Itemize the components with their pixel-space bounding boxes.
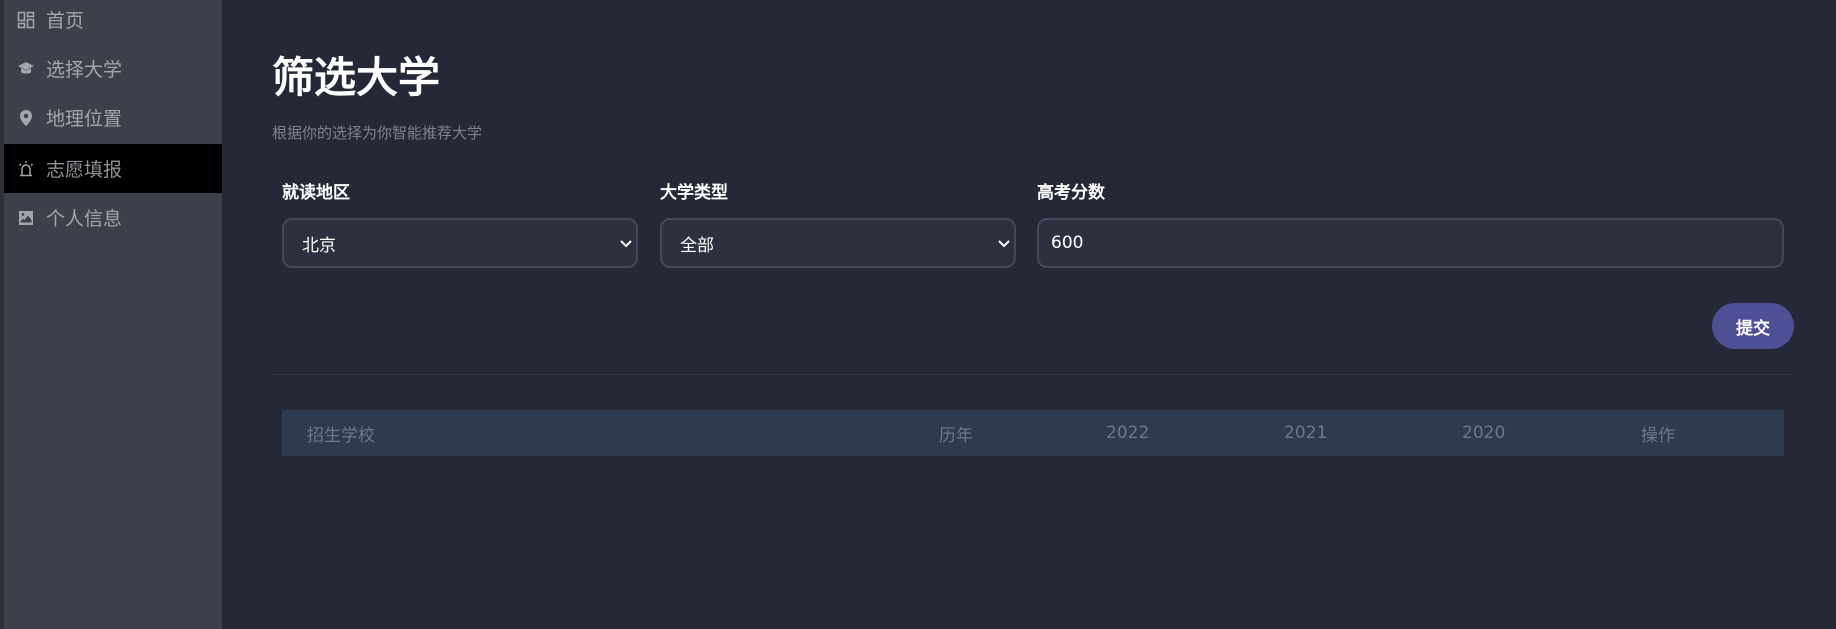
- sidebar-item-application[interactable]: 志愿填报: [4, 144, 222, 193]
- university-type-label: 大学类型: [660, 183, 728, 203]
- page-subtitle: 根据你的选择为你智能推荐大学: [272, 124, 483, 142]
- sidebar-item-label: 个人信息: [46, 208, 123, 230]
- column-header-actions: 操作: [1641, 425, 1675, 446]
- app-window: 首页 选择大学 地理位置 志愿填报 个人信息 筛选大学 根据你的选择为你智能推荐…: [0, 0, 1836, 629]
- sidebar: 首页 选择大学 地理位置 志愿填报 个人信息: [0, 0, 222, 629]
- alarm-light-icon: [16, 159, 36, 179]
- score-input-value: 600: [1051, 233, 1084, 253]
- graduation-cap-icon: [16, 59, 36, 79]
- table-header: 招生学校 历年 2022 2021 2020 操作: [282, 410, 1784, 456]
- dashboard-icon: [16, 10, 36, 30]
- column-header-2022: 2022: [1106, 423, 1150, 443]
- submit-button[interactable]: 提交: [1712, 303, 1794, 349]
- sidebar-item-label: 地理位置: [46, 108, 123, 130]
- region-label: 就读地区: [282, 183, 350, 203]
- chevron-down-icon: [996, 235, 1012, 251]
- region-select[interactable]: 北京: [282, 218, 638, 268]
- university-type-select-value: 全部: [680, 235, 714, 256]
- region-select-value: 北京: [302, 235, 336, 256]
- column-header-2021: 2021: [1284, 423, 1328, 443]
- sidebar-item-choose-university[interactable]: 选择大学: [4, 44, 222, 93]
- sidebar-item-label: 首页: [46, 10, 85, 32]
- main-content: 筛选大学 根据你的选择为你智能推荐大学 就读地区 北京 大学类型 全部 高考分数: [222, 0, 1836, 629]
- divider: [272, 374, 1792, 375]
- map-pin-icon: [16, 108, 36, 128]
- score-label: 高考分数: [1037, 183, 1105, 203]
- sidebar-item-label: 选择大学: [46, 59, 123, 81]
- university-type-select[interactable]: 全部: [660, 218, 1016, 268]
- image-icon: [16, 208, 36, 228]
- sidebar-item-home[interactable]: 首页: [4, 0, 222, 44]
- page-title: 筛选大学: [272, 53, 441, 102]
- column-header-2020: 2020: [1462, 423, 1506, 443]
- column-header-history: 历年: [939, 425, 973, 446]
- sidebar-item-label: 志愿填报: [46, 159, 123, 181]
- column-header-school: 招生学校: [307, 425, 375, 446]
- chevron-down-icon: [618, 235, 634, 251]
- score-input[interactable]: 600: [1037, 218, 1784, 268]
- sidebar-item-location[interactable]: 地理位置: [4, 93, 222, 142]
- sidebar-item-profile[interactable]: 个人信息: [4, 193, 222, 242]
